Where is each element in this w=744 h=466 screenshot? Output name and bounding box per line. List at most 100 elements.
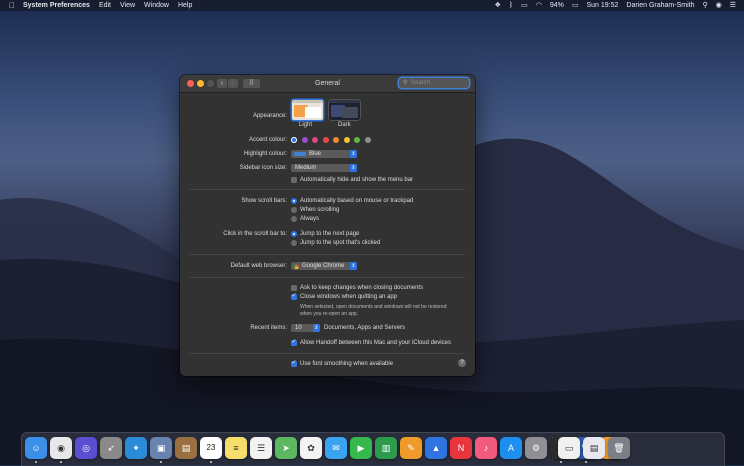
calendar-icon[interactable]: 23 <box>200 437 222 459</box>
scroll-always-radio[interactable] <box>291 216 297 222</box>
appearance-dark-label: Dark <box>338 122 351 128</box>
font-smoothing-checkbox[interactable] <box>291 359 297 367</box>
accent-swatch[interactable] <box>364 137 371 143</box>
running-indicator <box>160 461 162 463</box>
facetime-icon[interactable]: ▶ <box>350 437 372 459</box>
trash-icon[interactable]: 🗑 <box>608 437 630 459</box>
divider <box>190 353 465 354</box>
notification-center-icon[interactable]: ☰ <box>730 0 736 11</box>
jump-to-spot-label: Jump to the spot that's clicked <box>300 240 381 246</box>
close-windows-checkbox[interactable] <box>291 292 297 300</box>
siri-menu-icon[interactable]: ◉ <box>716 0 722 11</box>
keynote-icon[interactable]: ▲ <box>425 437 447 459</box>
close-windows-note-line1: When selected, open documents and window… <box>300 304 447 310</box>
highlight-colour-popup[interactable]: Blue ⇕ <box>291 150 357 158</box>
accent-swatch[interactable] <box>322 137 329 143</box>
user-name[interactable]: Darien Graham-Smith <box>626 0 694 11</box>
notes-icon[interactable]: ≡ <box>225 437 247 459</box>
numbers-icon[interactable]: ▥ <box>375 437 397 459</box>
default-web-browser-label: Default web browser: <box>230 263 287 269</box>
ask-keep-changes-checkbox[interactable] <box>291 285 297 291</box>
accent-swatch[interactable] <box>291 137 297 143</box>
app-menu[interactable]: System Preferences <box>23 0 90 11</box>
preview-doc-icon[interactable]: ▤ <box>583 437 605 459</box>
click-scroll-bar-label: Click in the scroll bar to: <box>223 231 287 237</box>
accent-swatch[interactable] <box>354 137 360 143</box>
show-scroll-bars-label: Show scroll bars: <box>241 198 287 204</box>
accent-swatch[interactable] <box>301 137 308 143</box>
system-preferences-icon[interactable]: ⚙ <box>525 437 547 459</box>
scroll-when-scrolling-radio[interactable] <box>291 207 297 213</box>
accent-swatch[interactable] <box>312 137 318 143</box>
sidebar-icon-size-label: Sidebar icon size: <box>239 165 287 171</box>
clock[interactable]: Sun 19:52 <box>586 0 618 11</box>
app-store-icon[interactable]: A <box>500 437 522 459</box>
scroll-auto-radio[interactable] <box>291 198 297 204</box>
battery-percent[interactable]: 94% <box>550 0 564 11</box>
maps-icon[interactable]: ➤ <box>275 437 297 459</box>
dropbox-icon[interactable]: ❖ <box>495 0 501 11</box>
spotlight-icon[interactable]: ⚲ <box>702 0 707 11</box>
recent-items-label: Recent items: <box>250 325 287 331</box>
recent-items-popup[interactable]: 10 ⇕ <box>291 324 320 332</box>
safari-icon[interactable]: ✦ <box>125 437 147 459</box>
highlight-colour-value: Blue <box>309 151 322 157</box>
jump-next-page-radio[interactable] <box>291 231 297 237</box>
menu-view[interactable]: View <box>120 0 135 11</box>
handoff-checkbox[interactable] <box>291 338 297 346</box>
highlight-swatch <box>294 152 306 156</box>
document-icon[interactable]: ▭ <box>558 437 580 459</box>
accent-colour-label: Accent colour: <box>248 137 287 143</box>
ask-keep-changes-label: Ask to keep changes when closing documen… <box>300 285 424 291</box>
airplay-icon[interactable]: ▭ <box>521 0 528 11</box>
music-icon[interactable]: ♪ <box>475 437 497 459</box>
menu-help[interactable]: Help <box>178 0 192 11</box>
divider <box>190 254 465 255</box>
pages-icon[interactable]: ✎ <box>400 437 422 459</box>
apple-menu-icon[interactable]:  <box>9 0 15 11</box>
appearance-light-label: Light <box>299 122 313 128</box>
bluetooth-icon[interactable]: ᛒ <box>509 0 513 11</box>
messages-icon[interactable]: ✉ <box>325 437 347 459</box>
scroll-auto-label: Automatically based on mouse or trackpad <box>300 198 414 204</box>
appearance-light-option[interactable] <box>292 100 323 120</box>
general-preferences-window: ‹ › ⠿ General ⚲ Search Appearance: Light… <box>180 75 475 376</box>
jump-to-spot-radio[interactable] <box>291 240 297 246</box>
appearance-dark-option[interactable] <box>329 100 360 120</box>
notefile-icon[interactable]: ▤ <box>175 437 197 459</box>
divider <box>190 189 465 190</box>
news-icon[interactable]: N <box>450 437 472 459</box>
menu-bar-autohide-label: Automatically hide and show the menu bar <box>300 177 414 183</box>
divider <box>190 277 465 278</box>
chevron-updown-icon: ⇕ <box>313 324 320 332</box>
handoff-label: Allow Handoff between this Mac and your … <box>300 340 451 346</box>
menu-window[interactable]: Window <box>144 0 169 11</box>
menu-bar-autohide-checkbox[interactable] <box>291 177 297 183</box>
wifi-icon[interactable]: ◠ <box>536 0 542 11</box>
photo-preview-icon[interactable]: ▣ <box>150 437 172 459</box>
running-indicator <box>560 461 562 463</box>
running-indicator <box>35 461 37 463</box>
accent-swatch[interactable] <box>343 137 350 143</box>
highlight-colour-label: Highlight colour: <box>243 151 287 157</box>
chevron-updown-icon: ⇕ <box>350 262 357 270</box>
close-windows-note-line2: when you re-open an app. <box>300 311 359 317</box>
finder-icon[interactable]: ☺ <box>25 437 47 459</box>
menu-edit[interactable]: Edit <box>99 0 111 11</box>
default-web-browser-popup[interactable]: Google Chrome ⇕ <box>291 262 357 270</box>
launchpad-icon[interactable]: ➶ <box>100 437 122 459</box>
close-windows-label: Close windows when quitting an app <box>300 294 398 300</box>
search-icon: ⚲ <box>403 80 408 86</box>
reminders-icon[interactable]: ☰ <box>250 437 272 459</box>
photos-icon[interactable]: ✿ <box>300 437 322 459</box>
sidebar-icon-size-popup[interactable]: Medium ⇕ <box>291 164 357 172</box>
appearance-label: Appearance: <box>252 113 287 119</box>
accent-swatch[interactable] <box>333 137 339 143</box>
scroll-always-label: Always <box>300 216 320 222</box>
chrome-icon[interactable]: ◉ <box>50 437 72 459</box>
siri-icon[interactable]: ◎ <box>75 437 97 459</box>
help-button[interactable]: ? <box>458 359 466 367</box>
font-smoothing-label: Use font smoothing when available <box>300 361 394 367</box>
battery-icon[interactable]: ▭ <box>572 0 579 11</box>
search-field[interactable]: ⚲ Search <box>399 78 469 88</box>
